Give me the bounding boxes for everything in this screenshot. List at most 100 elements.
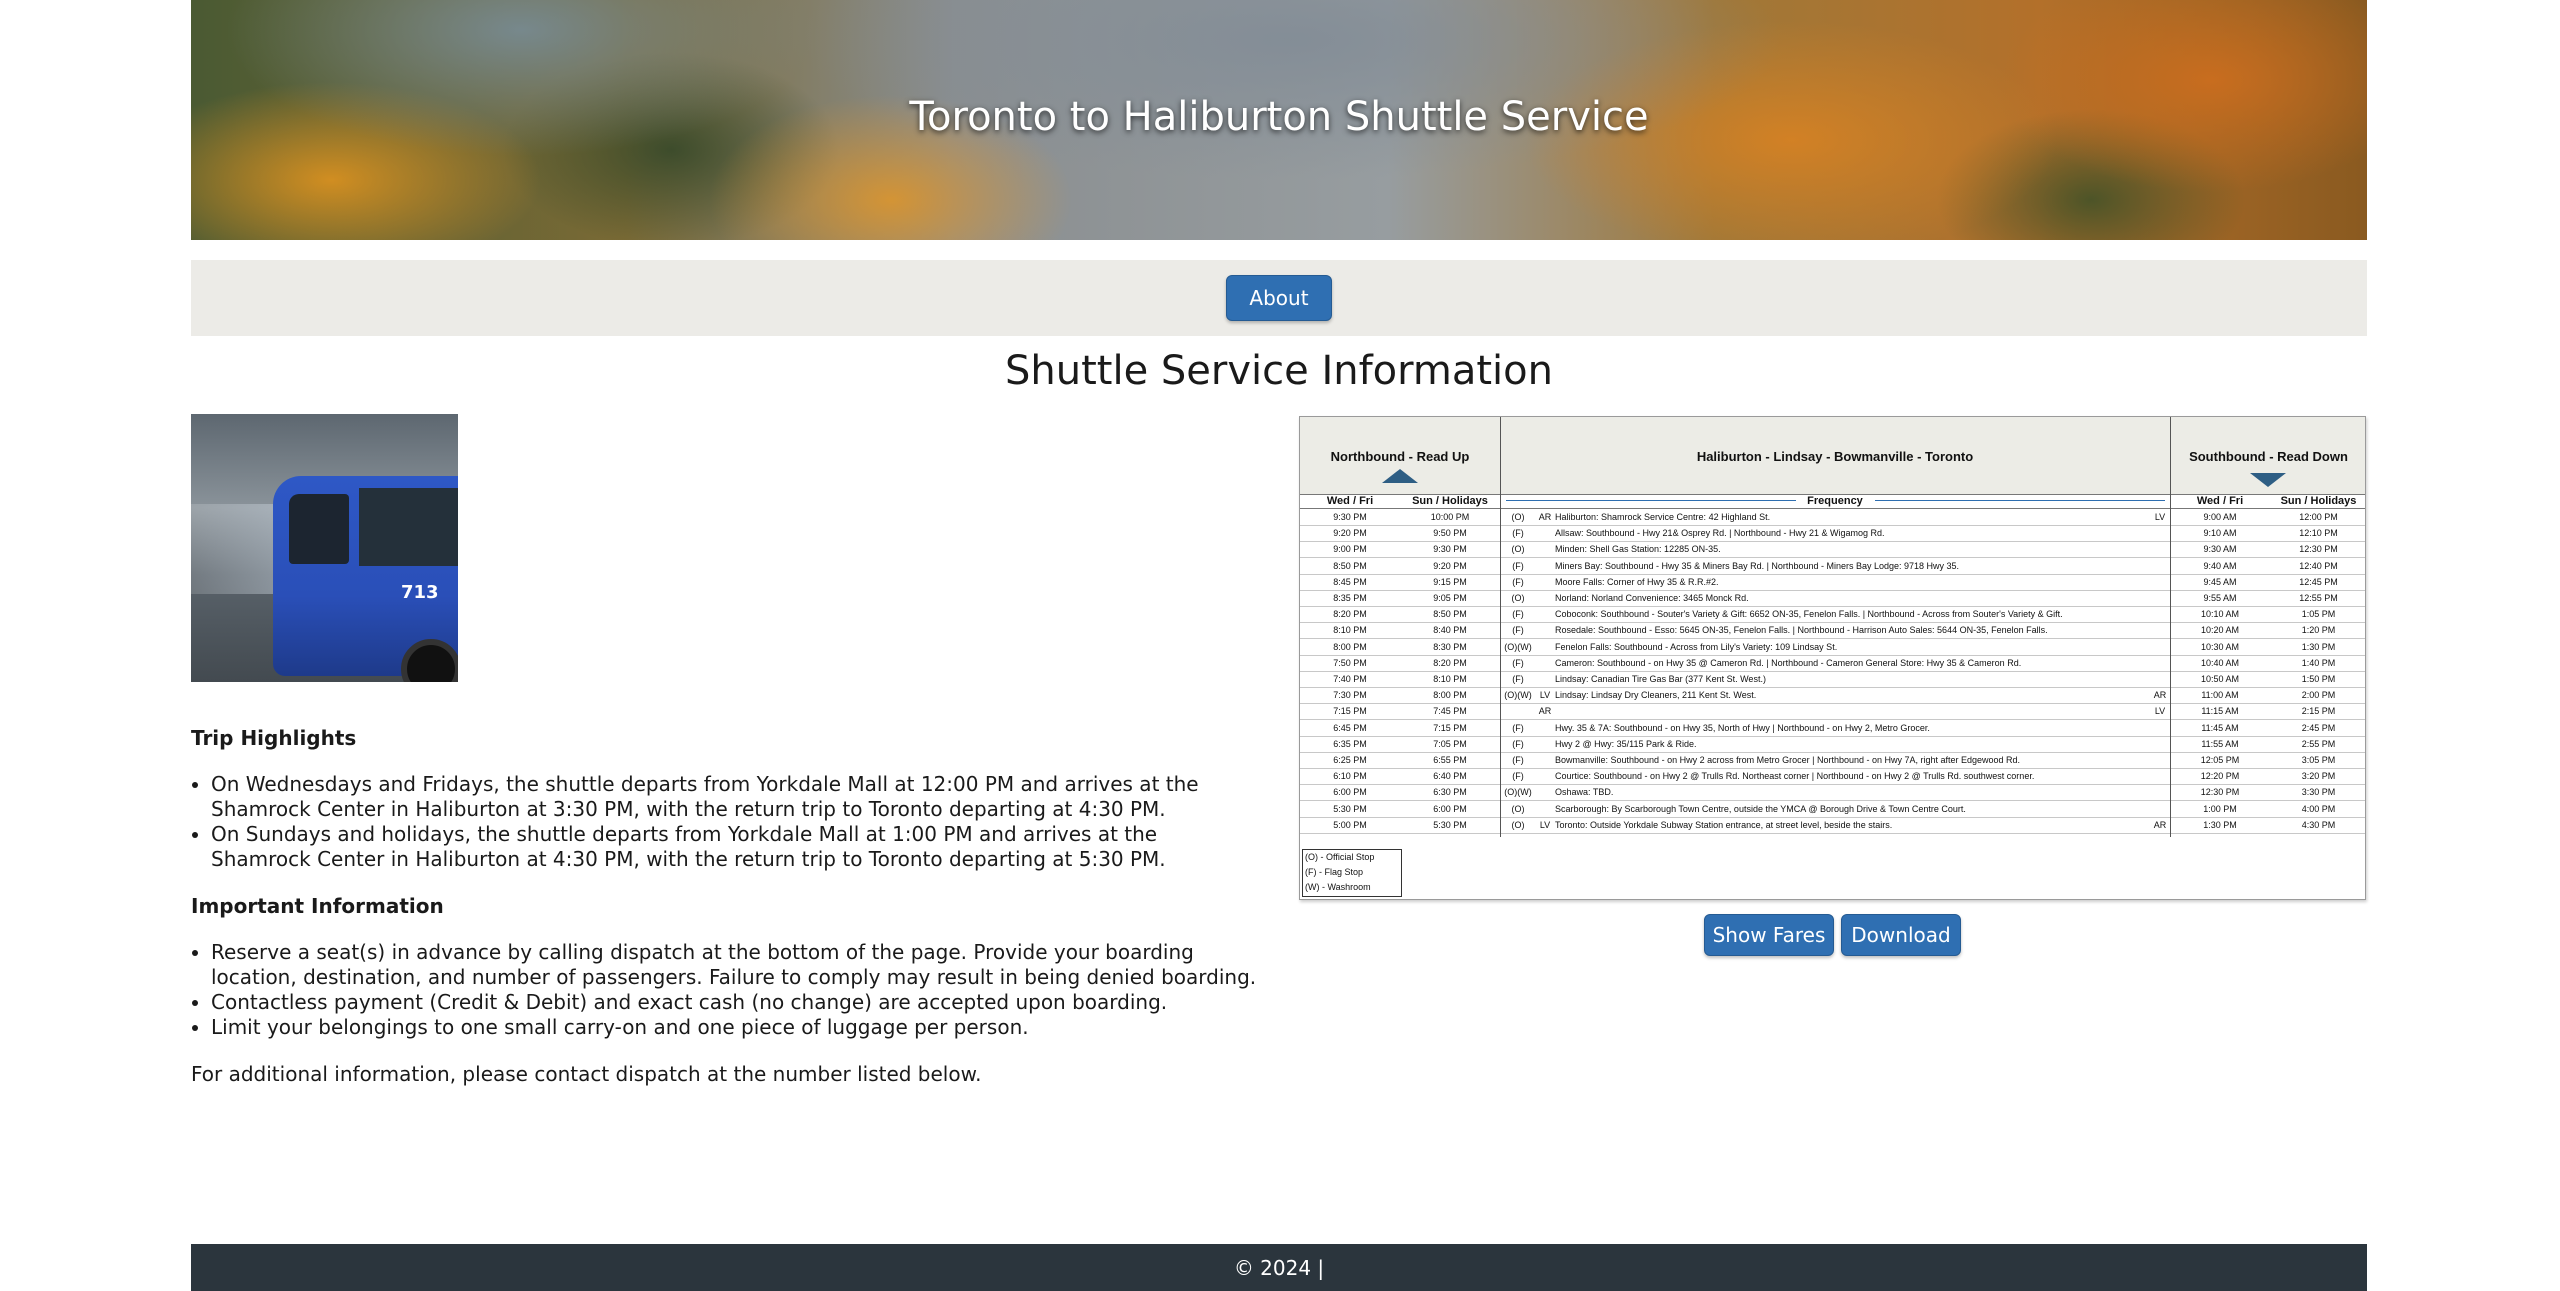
table-cell: 12:20 PM — [2200, 771, 2240, 782]
table-cell: 7:15 PM — [1333, 706, 1367, 717]
important-info-list: Reserve a seat(s) in advance by calling … — [211, 940, 1261, 1040]
table-row: 8:35 PM 9:05 PM (O) Norland: Norland Conven… — [1300, 591, 2365, 607]
table-cell: 9:30 AM — [2203, 544, 2237, 555]
table-row: 8:10 PM 8:40 PM (F) Rosedale: Southbound - … — [1300, 623, 2365, 640]
table-cell: 12:30 PM — [2299, 544, 2338, 555]
table-cell: (O) — [1511, 819, 1525, 830]
table-cell: 5:00 PM — [1333, 819, 1367, 830]
table-cell: 8:50 PM — [1433, 609, 1467, 620]
table-cell: 6:55 PM — [1433, 755, 1467, 765]
table-cell: 11:45 AM — [2201, 722, 2239, 733]
table-cell: Haliburton: Shamrock Service Centre: 42 … — [1555, 512, 1771, 522]
table-cell: 1:00 PM — [2203, 803, 2237, 814]
table-cell: 8:40 PM — [1433, 625, 1467, 636]
table-cell: 12:40 PM — [2299, 560, 2338, 571]
table-cell: 9:40 AM — [2203, 560, 2237, 571]
table-cell: 11:00 AM — [2201, 690, 2239, 701]
table-cell: 8:50 PM — [1333, 560, 1367, 571]
show-fares-button[interactable]: Show Fares — [1704, 914, 1834, 956]
schedule-subheader: Wed / Fri Sun / Holidays Frequency Wed /… — [1300, 495, 2365, 509]
table-cell: (O)(W) — [1504, 641, 1532, 652]
table-row: 7:30 PM 8:00 PM (O)(W) LV Lindsay: Lindsay D… — [1300, 688, 2365, 705]
table-cell: LV — [2154, 706, 2166, 717]
footer: © 2024 | — [191, 1244, 2367, 1291]
table-cell: 12:30 PM — [2200, 787, 2240, 798]
table-cell: AR — [1538, 512, 1552, 522]
table-cell: 9:55 AM — [2203, 593, 2237, 603]
table-cell: Oshawa: TBD. — [1555, 787, 1614, 798]
table-cell: 7:45 PM — [1433, 706, 1467, 717]
table-row: 5:00 PM 5:30 PM (O) LV Toronto: Outside York… — [1300, 818, 2365, 834]
table-cell: (F) — [1512, 657, 1524, 668]
table-cell: Lindsay: Canadian Tire Gas Bar (377 Kent… — [1555, 674, 1766, 684]
table-cell: 11:55 AM — [2201, 738, 2239, 749]
table-cell: 6:10 PM — [1333, 771, 1367, 782]
table-cell: 10:00 PM — [1430, 512, 1470, 522]
table-cell: 4:30 PM — [2301, 819, 2336, 830]
about-button[interactable]: About — [1226, 275, 1332, 321]
table-cell: 6:40 PM — [1433, 771, 1467, 782]
table-row: 8:20 PM 8:50 PM (F) Coboconk: Southbound - … — [1300, 607, 2365, 624]
table-cell: 9:10 AM — [2203, 528, 2237, 539]
legend-item: (F) - Flag Stop — [1305, 867, 1364, 877]
table-cell: LV — [2154, 512, 2166, 522]
list-item: Contactless payment (Credit & Debit) and… — [211, 990, 1261, 1015]
table-cell: 9:15 PM — [1433, 576, 1467, 587]
table-cell: Rosedale: Southbound - Esso: 5645 ON-35,… — [1555, 625, 2048, 636]
table-cell: (F) — [1512, 674, 1524, 684]
important-info-heading: Important Information — [191, 894, 444, 918]
table-row: 6:25 PM 6:55 PM (F) Bowmanville: Southbound… — [1300, 753, 2365, 769]
table-cell: 3:30 PM — [2301, 787, 2336, 798]
table-cell: (O)(W) — [1504, 690, 1532, 701]
table-cell: 10:50 AM — [2200, 674, 2240, 684]
nav-bar: About — [191, 260, 2367, 336]
table-cell: Allsaw: Southbound - Hwy 21& Osprey Rd. … — [1555, 528, 1885, 539]
table-cell: 6:25 PM — [1333, 755, 1367, 765]
trip-highlights-heading: Trip Highlights — [191, 726, 357, 750]
southbound-title: Southbound - Read Down — [2189, 449, 2348, 464]
table-cell: LV — [1539, 690, 1551, 701]
col-sun-holidays-sb: Sun / Holidays — [2280, 495, 2357, 507]
table-cell: 6:30 PM — [1433, 787, 1467, 798]
page-title: Shuttle Service Information — [1005, 348, 1553, 394]
table-cell: 12:00 PM — [2299, 512, 2338, 522]
table-cell: 8:20 PM — [1333, 609, 1367, 620]
table-cell: Bowmanville: Southbound - on Hwy 2 acros… — [1555, 755, 2021, 765]
table-cell: Coboconk: Southbound - Souter's Variety … — [1555, 609, 2063, 620]
table-cell: (F) — [1512, 625, 1524, 636]
table-cell: 11:15 AM — [2201, 706, 2239, 717]
table-cell: 9:45 AM — [2203, 576, 2237, 587]
table-row: 9:20 PM 9:50 PM (F) Allsaw: Southbound - Hw… — [1300, 526, 2365, 543]
table-cell: 2:45 PM — [2301, 722, 2336, 733]
table-row: 8:00 PM 8:30 PM (O)(W) Fenelon Falls: South… — [1300, 640, 2365, 656]
table-cell: 6:00 PM — [1333, 787, 1367, 798]
table-cell: 2:15 PM — [2301, 706, 2336, 717]
col-wed-fri-sb: Wed / Fri — [2196, 495, 2244, 507]
banner-title: Toronto to Haliburton Shuttle Service — [909, 94, 1649, 140]
table-cell: 6:35 PM — [1333, 738, 1367, 749]
bus-image: 713 — [191, 414, 458, 682]
table-row: 6:10 PM 6:40 PM (F) Courtice: Southbound - … — [1300, 769, 2365, 786]
table-cell: 1:50 PM — [2301, 674, 2336, 684]
table-row: 8:45 PM 9:15 PM (F) Moore Falls: Corner of … — [1300, 575, 2365, 591]
table-cell: (O) — [1511, 803, 1525, 814]
list-item: On Sundays and holidays, the shuttle dep… — [211, 822, 1261, 872]
table-cell: Minden: Shell Gas Station: 12285 ON-35. — [1555, 544, 1721, 555]
banner: Toronto to Haliburton Shuttle Service — [191, 0, 2367, 240]
table-row: 9:30 PM 10:00 PM (O) AR Haliburton: Shamrock… — [1300, 510, 2365, 526]
table-cell: 8:10 PM — [1333, 625, 1367, 636]
table-cell: 9:20 PM — [1433, 560, 1467, 571]
table-cell: 8:00 PM — [1433, 690, 1467, 701]
table-cell: Norland: Norland Convenience: 3465 Monck… — [1555, 593, 1749, 603]
table-cell: Courtice: Southbound - on Hwy 2 @ Trulls… — [1555, 771, 2035, 782]
frequency-line-right — [1875, 500, 2165, 501]
table-cell: 9:00 PM — [1333, 544, 1367, 555]
table-cell: 7:50 PM — [1333, 657, 1367, 668]
table-cell: Miners Bay: Southbound - Hwy 35 & Miners… — [1555, 560, 1960, 571]
table-cell: 12:05 PM — [2200, 755, 2240, 765]
table-cell: (F) — [1512, 528, 1524, 539]
northbound-title: Northbound - Read Up — [1330, 449, 1470, 464]
table-cell: 8:00 PM — [1333, 641, 1367, 652]
download-button[interactable]: Download — [1841, 914, 1961, 956]
table-cell: 1:05 PM — [2301, 609, 2336, 620]
